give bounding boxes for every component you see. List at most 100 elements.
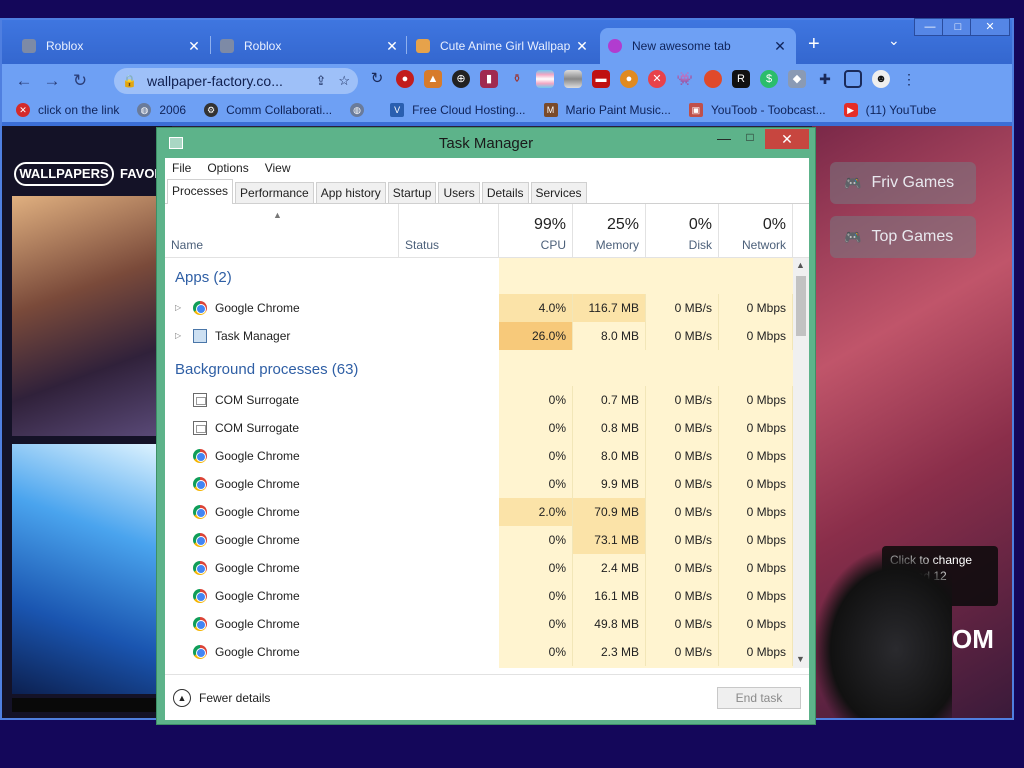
shiba-ext-icon[interactable]: ●	[620, 70, 638, 88]
close-tab-icon[interactable]: ✕	[384, 38, 400, 55]
process-row[interactable]: Google Chrome 0% 2.4 MB 0 MB/s 0 Mbps	[165, 554, 793, 582]
group-header[interactable]: Background processes (63)	[165, 356, 793, 384]
flag-ext-icon[interactable]	[536, 70, 554, 88]
process-row[interactable]: Google Chrome 0% 9.9 MB 0 MB/s 0 Mbps	[165, 470, 793, 498]
site-logo[interactable]: WALLPAPERS	[14, 162, 114, 186]
bookmark-mario-paint[interactable]: M Mario Paint Music...	[543, 103, 671, 117]
group-header[interactable]: Apps (2)	[165, 264, 793, 292]
bookmark-cloud-hosting[interactable]: V Free Cloud Hosting...	[390, 103, 526, 117]
side-panel-icon[interactable]	[844, 70, 862, 88]
tag-ext-icon[interactable]: ▬	[592, 70, 610, 88]
tab-details[interactable]: Details	[481, 182, 529, 203]
tab-new-awesome[interactable]: New awesome tab ✕	[600, 28, 796, 64]
book-ext-icon[interactable]: ▮	[480, 70, 498, 88]
reload-icon[interactable]: ↻	[66, 71, 94, 91]
process-row[interactable]: COM Surrogate 0% 0.7 MB 0 MB/s 0 Mbps	[165, 386, 793, 414]
bookmark-globe[interactable]: ◍	[350, 103, 372, 117]
menu-bar: File Options View	[165, 158, 809, 178]
process-row[interactable]: Google Chrome 0% 8.0 MB 0 MB/s 0 Mbps	[165, 442, 793, 470]
expand-chevron-icon[interactable]: ▷	[175, 294, 181, 322]
minimize-button[interactable]: —	[713, 130, 735, 150]
bookmark-star-icon[interactable]: ☆	[338, 73, 350, 89]
wallpaper-thumbnail[interactable]	[12, 698, 162, 712]
tab-app-history[interactable]: App history	[315, 182, 386, 203]
column-memory[interactable]: 25% Memory	[573, 204, 646, 258]
column-disk[interactable]: 0% Disk	[646, 204, 719, 258]
tab-processes[interactable]: Processes	[167, 179, 234, 204]
menu-options[interactable]: Options	[207, 161, 248, 175]
fewer-details-button[interactable]: ▲ Fewer details	[173, 689, 270, 707]
scroll-thumb[interactable]	[796, 276, 806, 336]
tab-services[interactable]: Services	[530, 182, 587, 203]
lock-icon[interactable]: 🔒	[122, 74, 137, 88]
vertical-scrollbar[interactable]: ▲ ▼	[793, 258, 809, 668]
close-button[interactable]: ✕	[765, 129, 809, 149]
tab-startup[interactable]: Startup	[387, 182, 437, 203]
maximize-button[interactable]: □	[739, 130, 761, 150]
close-tab-icon[interactable]: ✕	[574, 38, 590, 55]
close-window-button[interactable]: ✕	[970, 18, 1010, 36]
process-row[interactable]: Google Chrome 0% 16.1 MB 0 MB/s 0 Mbps	[165, 582, 793, 610]
end-task-button[interactable]: End task	[717, 687, 801, 709]
tab-users[interactable]: Users	[438, 182, 480, 203]
process-row[interactable]: COM Surrogate 0% 0.8 MB 0 MB/s 0 Mbps	[165, 414, 793, 442]
chrome-icon	[193, 505, 207, 519]
top-games-button[interactable]: 🎮 Top Games	[830, 216, 976, 258]
process-row[interactable]: Google Chrome 0% 49.8 MB 0 MB/s 0 Mbps	[165, 610, 793, 638]
share-icon[interactable]: ⇪	[315, 73, 326, 89]
process-row[interactable]: Google Chrome 0% 73.1 MB 0 MB/s 0 Mbps	[165, 526, 793, 554]
bookmark-youtoob[interactable]: ▣ YouToob - Toobcast...	[688, 103, 826, 117]
tab-performance[interactable]: Performance	[235, 182, 314, 203]
process-name: Google Chrome	[215, 301, 300, 315]
expand-chevron-icon[interactable]: ▷	[175, 322, 181, 350]
column-status[interactable]: Status	[399, 204, 499, 258]
scroll-down-icon[interactable]: ▼	[796, 654, 805, 664]
column-name[interactable]: Name	[165, 204, 399, 258]
puzzle-extensions-icon[interactable]: ✚	[816, 70, 834, 88]
bottle-ext-icon[interactable]: ⚱	[508, 70, 526, 88]
new-tab-button[interactable]: +	[808, 33, 820, 56]
x-ext-icon[interactable]: ✕	[648, 70, 666, 88]
process-row[interactable]: ▷ Google Chrome 4.0% 116.7 MB 0 MB/s 0 Mbps	[165, 294, 793, 322]
column-network[interactable]: 0% Network	[719, 204, 793, 258]
forward-arrow-icon[interactable]: →	[38, 71, 66, 91]
process-row[interactable]: ▷ Task Manager 26.0% 8.0 MB 0 MB/s 0 Mbps	[165, 322, 793, 350]
bookmark-comm-collab[interactable]: ⚙ Comm Collaborati...	[204, 103, 332, 117]
scroll-up-icon[interactable]: ▲	[796, 260, 805, 270]
process-row[interactable]: Google Chrome 2.0% 70.9 MB 0 MB/s 0 Mbps	[165, 498, 793, 526]
tomato-ext-icon[interactable]	[704, 70, 722, 88]
column-cpu[interactable]: 99% CPU	[499, 204, 573, 258]
fox-ext-icon[interactable]: ▲	[424, 70, 442, 88]
process-name: Google Chrome	[215, 645, 300, 659]
wallpaper-thumbnail[interactable]	[12, 444, 162, 694]
cube-ext-icon[interactable]: ◆	[788, 70, 806, 88]
profile-avatar-icon[interactable]: ☻	[872, 70, 890, 88]
friv-games-button[interactable]: 🎮 Friv Games	[830, 162, 976, 204]
address-bar[interactable]: 🔒 wallpaper-factory.co... ⇪ ☆	[114, 68, 358, 94]
tab-roblox-1[interactable]: Roblox ✕	[14, 28, 210, 64]
crosshair-ext-icon[interactable]: ⊕	[452, 70, 470, 88]
tab-anime-wallpaper[interactable]: Cute Anime Girl Wallpap ✕	[408, 28, 598, 64]
r-ext-icon[interactable]: R	[732, 70, 750, 88]
dollar-ext-icon[interactable]: $	[760, 70, 778, 88]
close-tab-icon[interactable]: ✕	[186, 38, 202, 55]
tab-search-chevron-icon[interactable]: ⌄	[888, 32, 900, 49]
red-ext-icon[interactable]: ●	[396, 70, 414, 88]
stripes-ext-icon[interactable]	[564, 70, 582, 88]
menu-file[interactable]: File	[172, 161, 191, 175]
menu-view[interactable]: View	[265, 161, 291, 175]
invader-ext-icon[interactable]: 👾	[676, 70, 694, 88]
bookmark-2006[interactable]: ◍ 2006	[137, 103, 186, 117]
tab-roblox-2[interactable]: Roblox ✕	[212, 28, 408, 64]
url-text[interactable]: wallpaper-factory.co...	[147, 73, 303, 89]
wallpaper-thumbnail[interactable]	[12, 196, 162, 436]
bookmark-youtube[interactable]: ▶ (11) YouTube	[843, 103, 936, 117]
refresh-ext-icon[interactable]: ↻	[368, 70, 386, 88]
process-row[interactable]: Google Chrome 0% 2.3 MB 0 MB/s 0 Mbps	[165, 638, 793, 666]
close-tab-icon[interactable]: ✕	[772, 38, 788, 55]
bookmark-click-link[interactable]: ✕ click on the link	[16, 103, 119, 117]
back-arrow-icon[interactable]: ←	[10, 71, 38, 91]
process-name-cell: Google Chrome	[165, 638, 499, 666]
title-bar[interactable]: Task Manager — □ ✕	[157, 128, 815, 158]
kebab-menu-icon[interactable]: ⋮	[900, 70, 918, 88]
